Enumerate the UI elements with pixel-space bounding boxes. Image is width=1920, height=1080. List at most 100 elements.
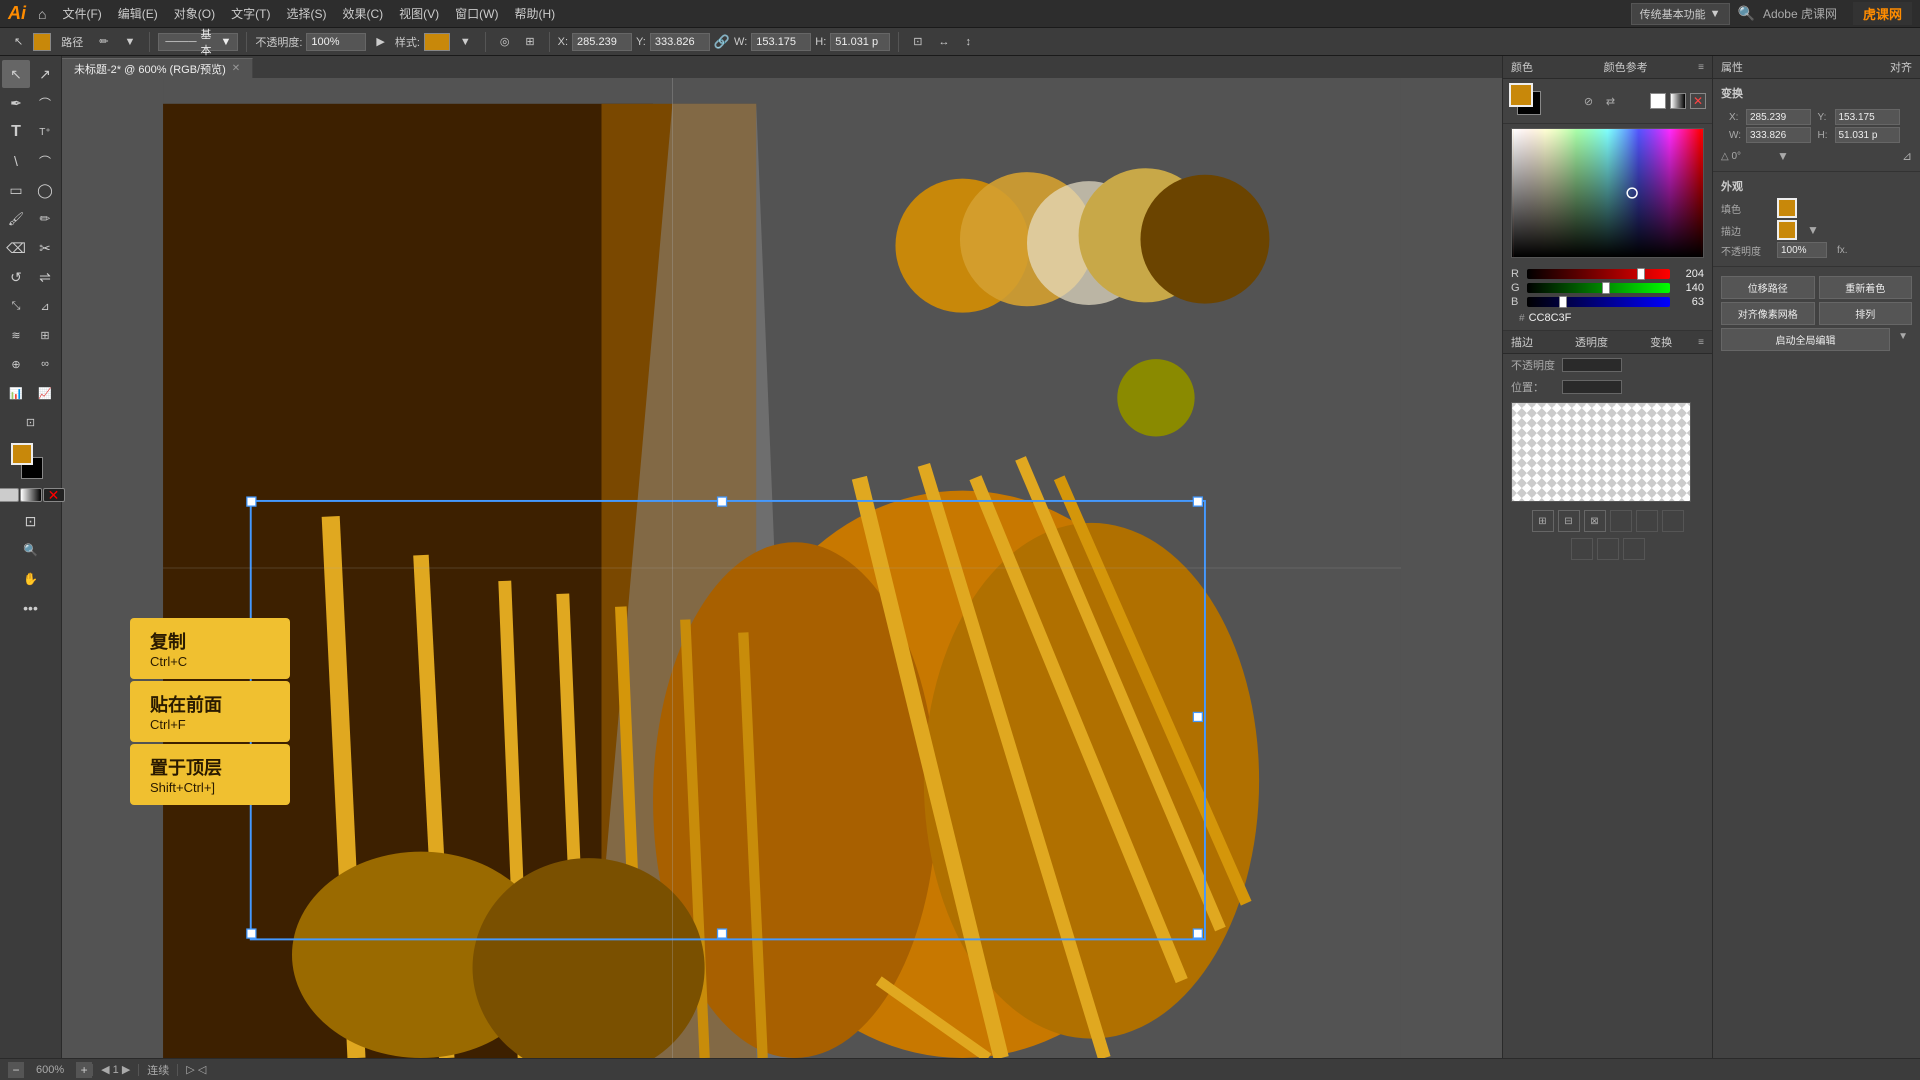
scissors-btn[interactable]: ✂ xyxy=(31,234,59,262)
color-area[interactable] xyxy=(11,443,51,483)
btn-arrange[interactable]: 排列 xyxy=(1819,302,1913,325)
canvas-area[interactable]: 复制 Ctrl+C 贴在前面 Ctrl+F 置于顶层 Shift+Ctrl+] xyxy=(62,78,1502,1058)
y-input[interactable] xyxy=(650,33,710,51)
align-icon-2[interactable] xyxy=(1597,538,1619,560)
btn-offset-path[interactable]: 位移路径 xyxy=(1721,276,1815,299)
warp-btn[interactable]: ≋ xyxy=(2,321,30,349)
home-icon[interactable]: ⌂ xyxy=(38,6,46,22)
w-input[interactable] xyxy=(751,33,811,51)
pattern-icon[interactable]: ✕ xyxy=(1690,93,1706,109)
hex-value[interactable]: CC8C3F xyxy=(1529,312,1572,324)
x-input[interactable] xyxy=(572,33,632,51)
chart-btn[interactable]: 📊 xyxy=(2,379,30,407)
r-slider[interactable] xyxy=(1527,269,1670,279)
change-screen-btn[interactable]: ⊡ xyxy=(17,507,45,535)
gradient-btn[interactable] xyxy=(20,488,42,502)
color-mode-btn[interactable] xyxy=(0,488,19,502)
zoom-out-btn[interactable]: − xyxy=(8,1062,24,1078)
type-tool-btn[interactable]: T xyxy=(2,118,30,146)
r-thumb[interactable] xyxy=(1637,268,1645,280)
context-menu-bring-to-front[interactable]: 置于顶层 Shift+Ctrl+] xyxy=(130,744,290,805)
properties-header[interactable]: 属性 对齐 xyxy=(1713,56,1920,79)
zoom-tool-btn[interactable]: 🔍 xyxy=(17,536,45,564)
w-transform-input[interactable] xyxy=(1746,127,1811,143)
shear-btn[interactable]: ⊿ xyxy=(31,292,59,320)
fill-color-btn[interactable] xyxy=(1777,198,1797,218)
style-swatch[interactable] xyxy=(424,33,450,51)
b-slider[interactable] xyxy=(1527,297,1670,307)
align-icon-1[interactable] xyxy=(1571,538,1593,560)
direct-select-btn[interactable]: ↗ xyxy=(31,60,59,88)
pencil-btn[interactable]: ✏ xyxy=(31,205,59,233)
curvature-btn[interactable]: ⌒ xyxy=(31,89,59,117)
stroke-tab[interactable]: 描边 xyxy=(1511,334,1533,350)
transparency-menu[interactable]: ≡ xyxy=(1698,337,1704,348)
eraser-btn[interactable]: ⌫ xyxy=(2,234,30,262)
scale-btn[interactable]: ⤡ xyxy=(2,292,30,320)
zoom-level[interactable]: 600% xyxy=(28,1064,72,1076)
transform-tab[interactable]: 变换 xyxy=(1650,334,1672,350)
fx-label[interactable]: fx. xyxy=(1837,245,1887,256)
opacity-arrow[interactable]: ▶ xyxy=(370,33,390,50)
menu-text[interactable]: 文字(T) xyxy=(223,3,278,24)
blend-icon-6[interactable] xyxy=(1662,510,1684,532)
x-transform-input[interactable] xyxy=(1746,109,1811,125)
blend-icon-3[interactable]: ⊠ xyxy=(1584,510,1606,532)
document-tab[interactable]: 未标题-2* @ 600% (RGB/预览) ✕ xyxy=(62,58,253,78)
none-btn[interactable]: ✕ xyxy=(43,488,65,502)
ellipse-tool-btn[interactable]: ◯ xyxy=(31,176,59,204)
btn-recolor[interactable]: 重新着色 xyxy=(1819,276,1913,299)
y-transform-input[interactable] xyxy=(1835,109,1900,125)
color-spectrum[interactable] xyxy=(1511,128,1704,258)
align-icon-3[interactable] xyxy=(1623,538,1645,560)
menu-select[interactable]: 选择(S) xyxy=(278,3,334,24)
transparency-header[interactable]: 描边 透明度 变换 ≡ xyxy=(1503,331,1712,354)
hand-tool-btn[interactable]: ✋ xyxy=(17,565,45,593)
tab-close-button[interactable]: ✕ xyxy=(232,63,240,74)
pen-tool-btn[interactable]: ✒ xyxy=(2,89,30,117)
stroke-color-btn[interactable] xyxy=(1777,220,1797,240)
stroke-width[interactable]: ──── 基本 ▼ xyxy=(158,33,238,51)
solid-color-icon[interactable] xyxy=(1650,93,1666,109)
g-thumb[interactable] xyxy=(1602,282,1610,294)
stroke-options[interactable]: ▼ xyxy=(1807,223,1819,237)
type-area-btn[interactable]: T⁺ xyxy=(31,118,59,146)
menu-file[interactable]: 文件(F) xyxy=(54,3,109,24)
menu-window[interactable]: 窗口(W) xyxy=(447,3,506,24)
menu-view[interactable]: 视图(V) xyxy=(391,3,447,24)
menu-effects[interactable]: 效果(C) xyxy=(334,3,391,24)
fill-color-swatch[interactable] xyxy=(33,33,51,51)
menu-edit[interactable]: 编辑(E) xyxy=(110,3,166,24)
reflect-btn[interactable]: ⇌ xyxy=(31,263,59,291)
workspace-selector[interactable]: 传统基本功能 ▼ xyxy=(1631,3,1730,25)
blend-icon-2[interactable]: ⊟ xyxy=(1558,510,1580,532)
color-swap-icon[interactable]: ⇄ xyxy=(1603,93,1619,109)
arc-tool-btn[interactable]: ⌒ xyxy=(31,147,59,175)
rect-tool-btn[interactable]: ▭ xyxy=(2,176,30,204)
context-menu-copy[interactable]: 复制 Ctrl+C xyxy=(130,618,290,679)
selection-tool[interactable]: ↖ xyxy=(8,33,29,50)
shear-icon[interactable]: ⊿ xyxy=(1902,149,1912,163)
link-icon[interactable]: 🔗 xyxy=(714,34,730,50)
menu-help[interactable]: 帮助(H) xyxy=(506,3,563,24)
more-tools-btn[interactable]: ••• xyxy=(17,594,45,622)
line-tool-btn[interactable]: \ xyxy=(2,147,30,175)
blend-icon-5[interactable] xyxy=(1636,510,1658,532)
status-mode[interactable]: 连续 xyxy=(139,1062,177,1078)
angle-dropdown[interactable]: ▼ xyxy=(1777,149,1789,163)
artboard-btn[interactable]: ⊡ xyxy=(17,408,45,436)
opacity-swatch[interactable] xyxy=(1562,358,1622,372)
global-edit-dropdown[interactable]: ▼ xyxy=(1894,328,1912,351)
free-transform-btn[interactable]: ⊞ xyxy=(31,321,59,349)
btn-align-pixel[interactable]: 对齐像素网格 xyxy=(1721,302,1815,325)
btn-global-edit[interactable]: 启动全局编辑 xyxy=(1721,328,1890,351)
fill-color-fg[interactable] xyxy=(11,443,33,465)
rotate-btn[interactable]: ↺ xyxy=(2,263,30,291)
fill-swatch[interactable] xyxy=(1509,83,1533,107)
color-panel-menu[interactable]: ≡ xyxy=(1698,62,1704,73)
context-menu-paste-front[interactable]: 贴在前面 Ctrl+F xyxy=(130,681,290,742)
column-chart-btn[interactable]: 📈 xyxy=(31,379,59,407)
blend-btn[interactable]: ∞ xyxy=(31,350,59,378)
gradient-icon[interactable] xyxy=(1670,93,1686,109)
h-transform-input[interactable] xyxy=(1835,127,1900,143)
